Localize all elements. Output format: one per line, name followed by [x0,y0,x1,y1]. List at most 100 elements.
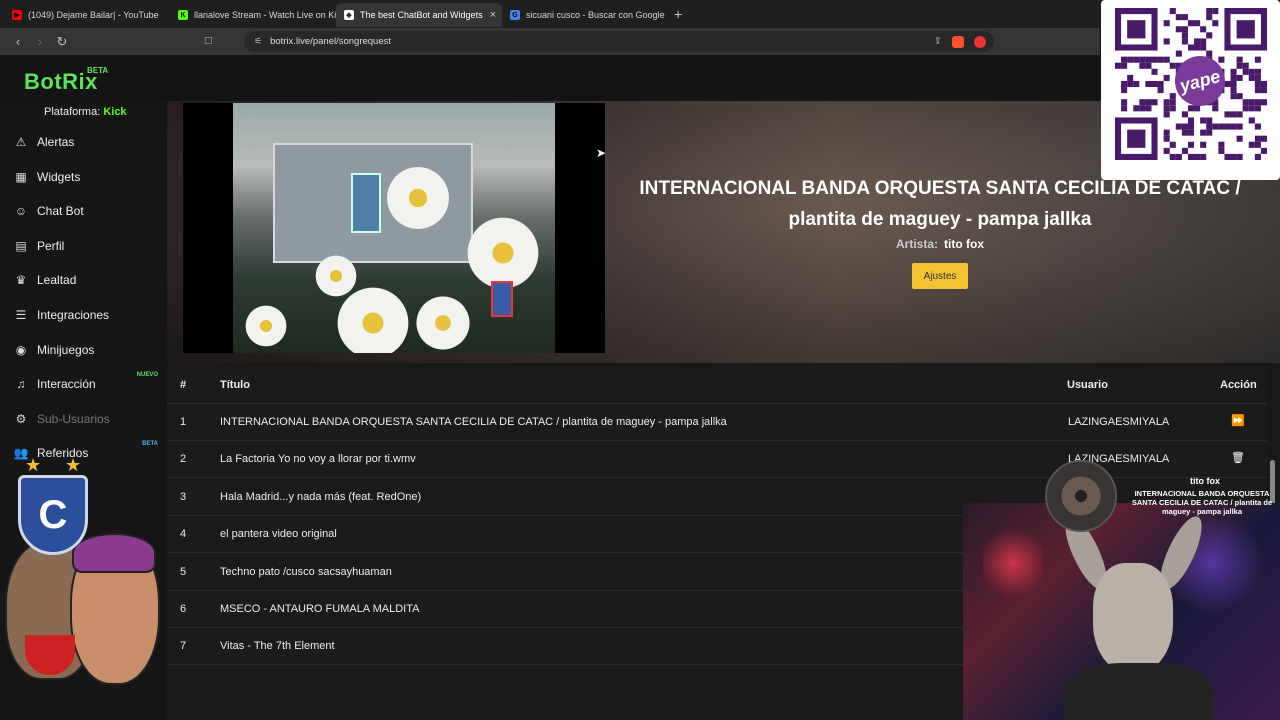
tab-label: (1049) Dejame Bailar| - YouTube [28,10,159,20]
row-title: MSECO - ANTAURO FUMALA MALDITA [220,603,420,615]
url-text[interactable]: botrix.live/panel/songrequest [270,36,391,47]
robot-icon: ☺ [14,204,28,219]
sidebar-item-label: Perfil [37,238,65,253]
daisy-image [383,163,453,233]
table-header: # Título Usuario Acción [167,367,1267,404]
music-icon: ♫ [16,377,26,392]
streamer-body [1063,663,1213,720]
new-tab-icon[interactable]: + [674,6,682,22]
row-number: 2 [180,453,187,466]
row-number: 5 [180,565,187,578]
rewards-icon[interactable] [974,35,986,48]
sidebar-item-label: Minijuegos [37,342,95,357]
tab-favicon-icon: G [510,10,520,20]
table-row: 1 INTERNACIONAL BANDA ORQUESTA SANTA CECI… [167,404,1267,441]
platform-value: Kick [103,106,127,118]
tab-favicon-icon: K [178,10,188,20]
tab-favicon-icon: ▶ [12,10,22,20]
browser-tab[interactable]: ▶ (1049) Dejame Bailar| - YouTube [4,3,170,27]
sidebar-item-label: Interacción [37,377,96,392]
platform-label: Plataforma: [44,106,101,118]
row-title: el pantera video original [220,528,337,541]
artist-label: Artista: [895,237,938,251]
site-info-icon[interactable]: ⚟ [254,36,262,47]
sidebar-item-label: Sub-Usuarios [37,411,110,426]
sidebar-item-sub-usuarios[interactable]: ⚙ Sub-Usuarios [12,404,162,434]
donkey-mask [1093,563,1173,673]
daisy-image [333,283,413,353]
sidebar-item-label: Widgets [37,169,81,184]
col-user: Usuario [1067,379,1108,391]
star-icon: ★ [65,455,82,475]
video-frame [233,103,555,353]
brave-shields-icon[interactable] [952,35,964,48]
skip-forward-icon[interactable]: ⏩ [1231,414,1245,427]
stage-light [983,523,1043,603]
warning-icon: ⚠ [15,135,27,149]
col-action: Acción [1220,379,1257,391]
row-user: LAZINGAESMIYALA [1068,416,1170,428]
back-icon[interactable]: ‹ [8,34,28,49]
sidebar-item-minijuegos[interactable]: ◉ Minijuegos [12,335,162,365]
app-header: BotRix BETA [0,55,1280,101]
grid-icon: ▦ [15,169,27,184]
video-watermark-logo [491,281,513,317]
sidebar-item-perfil[interactable]: ▤ Perfil [12,231,162,261]
sidebar-item-chat-bot[interactable]: ☺ Chat Bot [12,196,162,226]
row-title: Techno pato /cusco sacsayhuaman [220,565,392,578]
col-title: Título [220,379,250,391]
browser-tabstrip: ▶ (1049) Dejame Bailar| - YouTube Kllanalo… [0,0,1280,28]
browser-toolbar: ‹ › ↻ ☐ ⚟ botrix.live/panel/songrequest … [0,28,1100,55]
browser-tab[interactable]: Gsicuani cusco - Buscar con Google [502,3,668,27]
sidebar-item-integraciones[interactable]: ☰ Integraciones [12,300,162,330]
sidebar-item-widgets[interactable]: ▦ Widgets [12,162,162,192]
sidebar-item-alertas[interactable]: ⚠ Alertas [12,127,162,157]
album-disc-icon [1045,460,1117,532]
row-number: 1 [180,416,187,428]
sidebar-item-label: Lealtad [37,273,77,288]
beanie-hat [72,533,156,573]
club-shield-logo: C [18,475,88,555]
row-number: 7 [180,640,187,653]
col-number: # [180,379,187,391]
sidebar-item-interacci-n[interactable]: ♫ Interacción NUEVO [12,369,162,399]
reload-icon[interactable]: ↻ [52,34,72,50]
widget-user: tito fox [1190,476,1220,486]
video-player[interactable] [183,103,605,353]
artist-name: tito fox [944,237,984,251]
row-number: 6 [180,603,187,615]
browser-tab[interactable]: ◆ The best ChatBot and Widgets × [336,3,502,27]
sidebar-item-label: Alertas [37,135,75,149]
gamepad-icon: ◉ [15,342,27,357]
now-playing-title: INTERNACIONAL BANDA ORQUESTA SANTA CECIL… [639,178,1241,230]
daisy-image [243,303,289,349]
now-playing-widget: tito fox INTERNACIONAL BANDA ORQUESTA SA… [1045,460,1280,532]
daisy-image [413,293,473,353]
row-number: 3 [180,490,187,503]
row-title: INTERNACIONAL BANDA ORQUESTA SANTA CECIL… [220,416,727,428]
tab-label: llanalove Stream - Watch Live on Kick [194,10,336,20]
row-title: Hala Madrid...y nada más (feat. RedOne) [220,490,422,503]
sidebar-item-badge: BETA [142,441,158,448]
tab-close-icon[interactable]: × [490,9,496,21]
row-title: Vitas - The 7th Element [220,640,335,653]
platform-indicator: Plataforma: Kick [44,106,127,118]
row-title: La Factoria Yo no voy a llorar por ti.wm… [220,453,416,466]
bookmark-icon[interactable]: ☐ [204,36,213,47]
now-playing-artist: Artista: tito fox [615,237,1265,251]
mouse-cursor-icon: ➤ [596,146,607,160]
address-bar[interactable]: ☐ ⚟ botrix.live/panel/songrequest ⇪ [204,31,994,52]
sidebar-item-lealtad[interactable]: ♛ Lealtad [12,265,162,295]
settings-button[interactable]: Ajustes [912,263,968,289]
share-icon[interactable]: ⇪ [934,36,942,47]
webcam-overlay [963,503,1280,720]
sidebar-item-label: Integraciones [37,308,110,322]
user-cog-icon: ⚙ [15,411,27,426]
forward-icon[interactable]: › [30,34,50,49]
list-icon: ☰ [15,308,27,322]
row-number: 4 [180,528,187,541]
sidebar-item-badge: NUEVO [136,372,158,379]
logo-beta-badge: BETA [87,66,109,75]
id-card-icon: ▤ [15,238,27,253]
browser-tab[interactable]: Kllanalove Stream - Watch Live on Kick [170,3,336,27]
